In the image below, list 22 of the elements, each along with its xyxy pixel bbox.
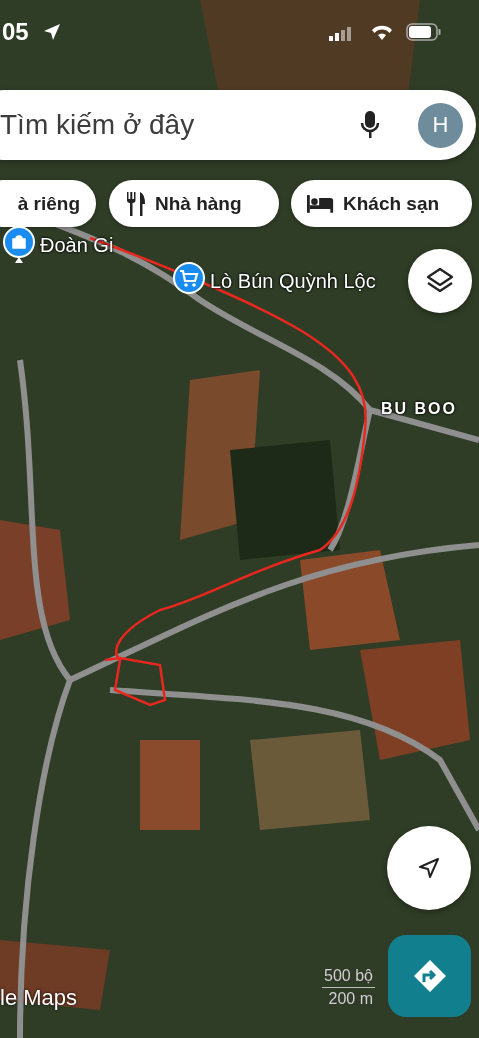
wifi-icon xyxy=(370,23,394,41)
search-field[interactable]: Tìm kiếm ở đây H xyxy=(0,90,476,160)
category-chip[interactable]: Nhà hàng xyxy=(109,180,279,227)
scale-metric: 200 m xyxy=(327,989,374,1009)
map-place-label[interactable]: Lò Bún Quỳnh Lộc xyxy=(210,269,376,293)
status-time: 05 xyxy=(2,18,29,46)
microphone-icon[interactable] xyxy=(360,110,380,140)
fork-knife-icon xyxy=(125,190,147,217)
directions-button[interactable] xyxy=(388,935,471,1017)
scale-imperial: 500 bộ xyxy=(322,965,375,988)
map-place-label[interactable]: Đoàn Gi xyxy=(40,233,114,257)
signal-icon xyxy=(329,27,351,41)
category-chip[interactable]: à riêng xyxy=(0,180,96,227)
account-avatar[interactable]: H xyxy=(418,102,463,148)
category-chip[interactable]: Khách sạn xyxy=(291,180,472,227)
location-arrow-icon xyxy=(42,22,62,42)
navigation-arrow-icon xyxy=(417,856,441,880)
map-place-label[interactable]: BU BOO xyxy=(381,400,457,418)
map-logo: le Maps xyxy=(0,985,78,1011)
bed-icon xyxy=(307,193,335,214)
shopping-bag-pin-icon[interactable] xyxy=(2,226,36,264)
battery-icon xyxy=(406,23,442,41)
